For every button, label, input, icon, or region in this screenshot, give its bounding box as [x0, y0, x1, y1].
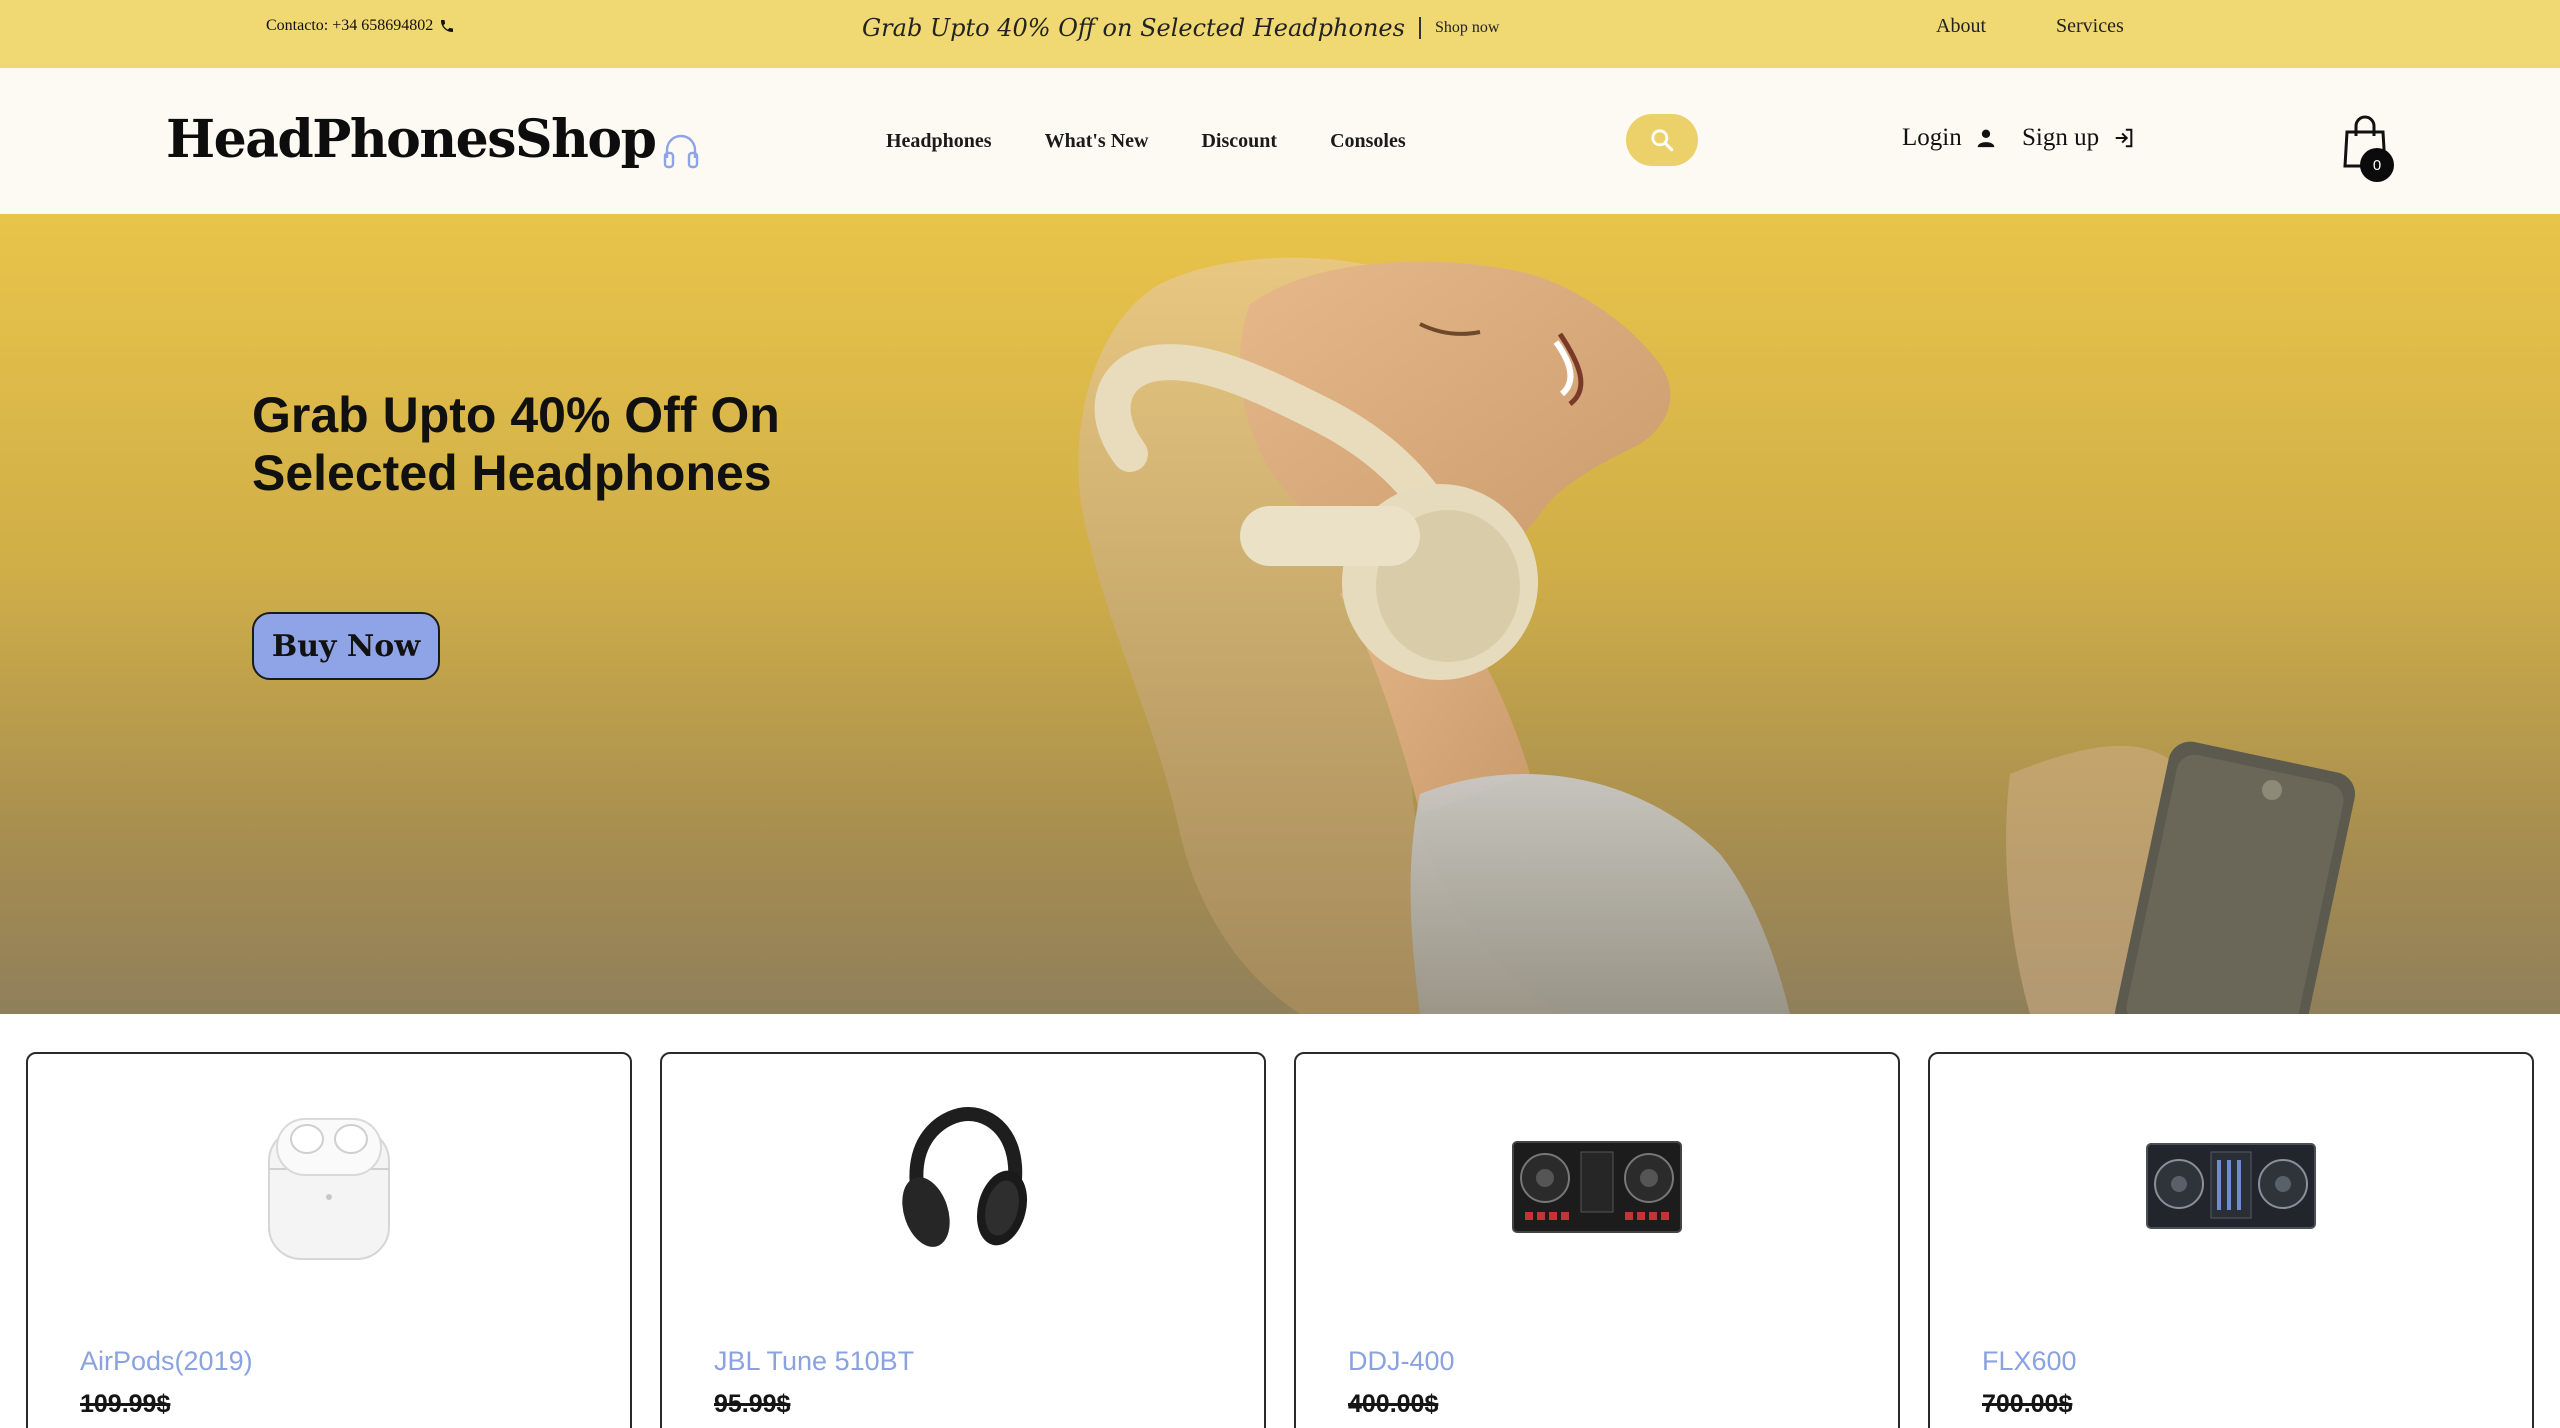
product-name[interactable]: AirPods(2019)	[80, 1346, 253, 1377]
product-price: 95.99$	[714, 1390, 791, 1418]
dj-controller-image	[1930, 1094, 2532, 1274]
hero-title: Grab Upto 40% Off On Selected Headphones	[252, 387, 780, 501]
services-link[interactable]: Services	[2056, 15, 2124, 38]
product-price: 109.99$	[80, 1390, 171, 1418]
shop-now-link[interactable]: Shop now	[1435, 19, 1499, 37]
nav-headphones[interactable]: Headphones	[886, 130, 992, 153]
user-icon	[1977, 129, 1995, 148]
promo-text: Grab Upto 40% Off on Selected Headphones	[862, 14, 1405, 42]
product-card[interactable]: FLX600 700.00$	[1928, 1052, 2534, 1428]
site-header: HeadPhonesShop Headphones What's New Dis…	[0, 68, 2560, 214]
product-price: 400.00$	[1348, 1390, 1439, 1418]
dj-controller-image	[1296, 1094, 1898, 1274]
promo-divider	[1418, 17, 1421, 39]
signup-label: Sign up	[2022, 124, 2100, 151]
hero-banner: Grab Upto 40% Off On Selected Headphones…	[0, 214, 2560, 1014]
product-name[interactable]: DDJ-400	[1348, 1346, 1455, 1377]
logo-text: HeadPhonesShop	[166, 109, 657, 170]
cart-button[interactable]: 0	[2342, 114, 2398, 182]
product-card[interactable]: DDJ-400 400.00$	[1294, 1052, 1900, 1428]
signup-link[interactable]: Sign up	[2022, 124, 2135, 152]
about-link[interactable]: About	[1936, 15, 1986, 38]
top-promo-bar: Contacto: +34 658694802 Grab Upto 40% Of…	[0, 0, 2560, 68]
nav-discount[interactable]: Discount	[1201, 130, 1277, 153]
search-button[interactable]	[1626, 114, 1698, 166]
contact-text: Contacto: +34 658694802	[266, 17, 434, 34]
site-logo[interactable]: HeadPhonesShop	[166, 109, 701, 170]
product-name[interactable]: JBL Tune 510BT	[714, 1346, 914, 1377]
search-icon	[1651, 129, 1674, 152]
airpods-image	[28, 1094, 630, 1274]
nav-consoles[interactable]: Consoles	[1330, 130, 1406, 153]
headphones-image	[662, 1094, 1264, 1274]
login-label: Login	[1902, 124, 1962, 151]
contact-info: Contacto: +34 658694802	[266, 17, 455, 35]
product-name[interactable]: FLX600	[1982, 1346, 2077, 1377]
main-nav: Headphones What's New Discount Consoles	[886, 130, 1406, 153]
product-price: 700.00$	[1982, 1390, 2073, 1418]
product-grid: AirPods(2019) 109.99$ JBL Tune 510BT 95.…	[26, 1052, 2534, 1428]
product-card[interactable]: AirPods(2019) 109.99$	[26, 1052, 632, 1428]
cart-count-badge: 0	[2360, 148, 2394, 182]
login-link[interactable]: Login	[1902, 124, 1996, 152]
promo-banner: Grab Upto 40% Off on Selected Headphones…	[862, 12, 1499, 44]
nav-whats-new[interactable]: What's New	[1045, 130, 1149, 153]
product-card[interactable]: JBL Tune 510BT 95.99$	[660, 1052, 1266, 1428]
headphones-icon	[664, 134, 699, 169]
phone-icon	[441, 20, 454, 32]
sign-in-icon	[2115, 128, 2133, 148]
buy-now-button[interactable]: Buy Now	[252, 612, 440, 680]
